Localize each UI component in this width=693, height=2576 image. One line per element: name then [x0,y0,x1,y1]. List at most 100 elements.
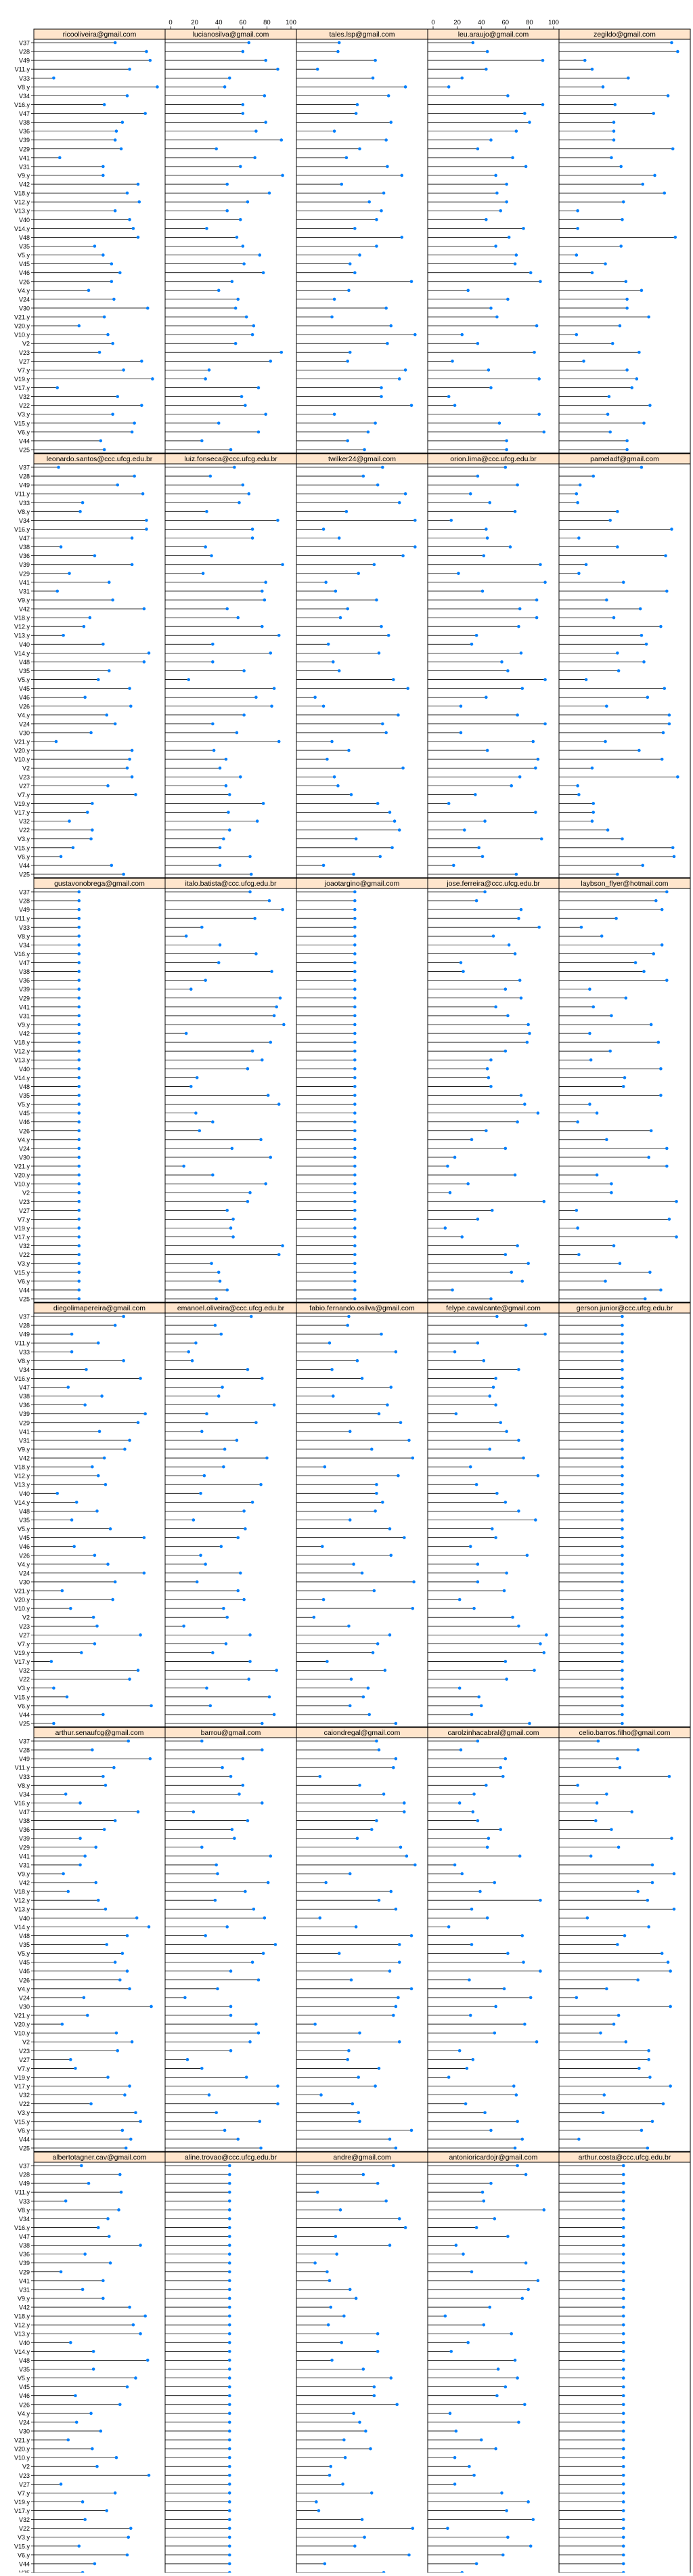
data-point [211,1173,215,1177]
data-point [118,2403,122,2407]
data-point [517,1368,520,1371]
y-tick-label: V21.y [14,739,30,746]
data-point [384,306,388,310]
data-point [621,2279,625,2283]
data-point [147,651,151,655]
data-point [123,1447,127,1451]
y-tick-label: V26 [19,1128,30,1134]
data-point [94,1881,97,1885]
data-point [621,2367,625,2371]
data-point [621,837,624,841]
data-point [80,1651,83,1654]
data-point [476,1819,480,1822]
data-point [330,1368,334,1371]
data-point [665,589,669,593]
data-point [604,262,607,265]
data-point [118,271,122,274]
data-point [113,209,117,213]
data-point [227,2261,231,2265]
data-point [644,643,648,646]
data-point [217,1270,221,1274]
data-point [353,1253,357,1256]
data-point [241,112,245,115]
data-point [460,76,464,80]
data-point [394,2146,398,2150]
data-point [457,2048,462,2053]
data-point [77,996,81,1000]
data-point [375,1819,378,1822]
data-point [505,182,508,186]
data-point [443,1226,447,1230]
x-tick-label: 20 [453,19,461,26]
data-point [522,112,527,115]
data-point [269,1040,273,1044]
data-point [360,2518,364,2521]
data-point [621,1660,624,1663]
data-point [120,121,125,124]
data-point [77,1182,81,1186]
data-point [590,766,594,770]
data-point [130,748,134,752]
y-tick-label: V39 [19,1411,30,1417]
data-point [591,1005,596,1009]
data-point [383,1669,387,1672]
data-point [495,191,499,195]
data-point [353,2544,357,2548]
y-tick-label: V23 [19,774,30,781]
data-point [522,1960,525,1964]
data-point [105,1943,108,1946]
data-point [621,2527,625,2530]
y-tick-label: V6.y [18,2552,30,2558]
data-point [466,288,470,293]
data-point [223,85,227,89]
data-point [200,925,204,929]
data-point [241,1784,245,1787]
y-tick-label: V30 [19,2003,30,2010]
data-point [493,2031,497,2035]
data-point [96,1898,100,1902]
data-point [369,2447,372,2451]
y-tick-label: V47 [19,960,30,966]
y-tick-label: V23 [19,1623,30,1630]
data-point [264,1182,267,1186]
y-tick-label: V6.y [18,853,30,860]
data-point [266,1881,270,1885]
data-point [506,669,510,672]
data-point [621,2438,625,2442]
data-point [270,970,273,973]
y-tick-label: V34 [19,942,30,949]
data-point [536,2279,540,2283]
y-tick-label: V49 [19,1756,30,1763]
data-point [332,129,336,133]
data-point [242,1597,246,1602]
data-point [527,1262,530,1266]
data-point [522,2403,527,2407]
data-point [541,58,545,62]
y-tick-label: V29 [19,1844,30,1851]
data-point [242,1509,246,1513]
data-point [68,2341,72,2344]
data-point [636,1978,640,1982]
y-tick-label: V33 [19,924,30,931]
data-point [479,2438,483,2442]
data-point [497,421,501,425]
y-tick-label: V9.y [18,2295,30,2302]
data-point [599,2031,602,2035]
data-point [215,147,218,151]
data-point [227,2447,231,2451]
y-tick-label: V28 [19,473,30,480]
data-point [330,315,334,319]
data-point [608,430,612,434]
data-point [460,332,464,337]
data-point [377,651,381,655]
data-point [77,1209,81,1212]
x-tick-label: 80 [263,19,271,26]
data-point [451,863,455,867]
data-point [315,67,319,71]
data-point [377,2067,381,2070]
data-point [113,1323,117,1327]
y-tick-label: V7.y [18,367,30,374]
data-point [52,1721,55,1725]
y-tick-label: V44 [19,437,30,444]
data-point [604,1279,607,1283]
